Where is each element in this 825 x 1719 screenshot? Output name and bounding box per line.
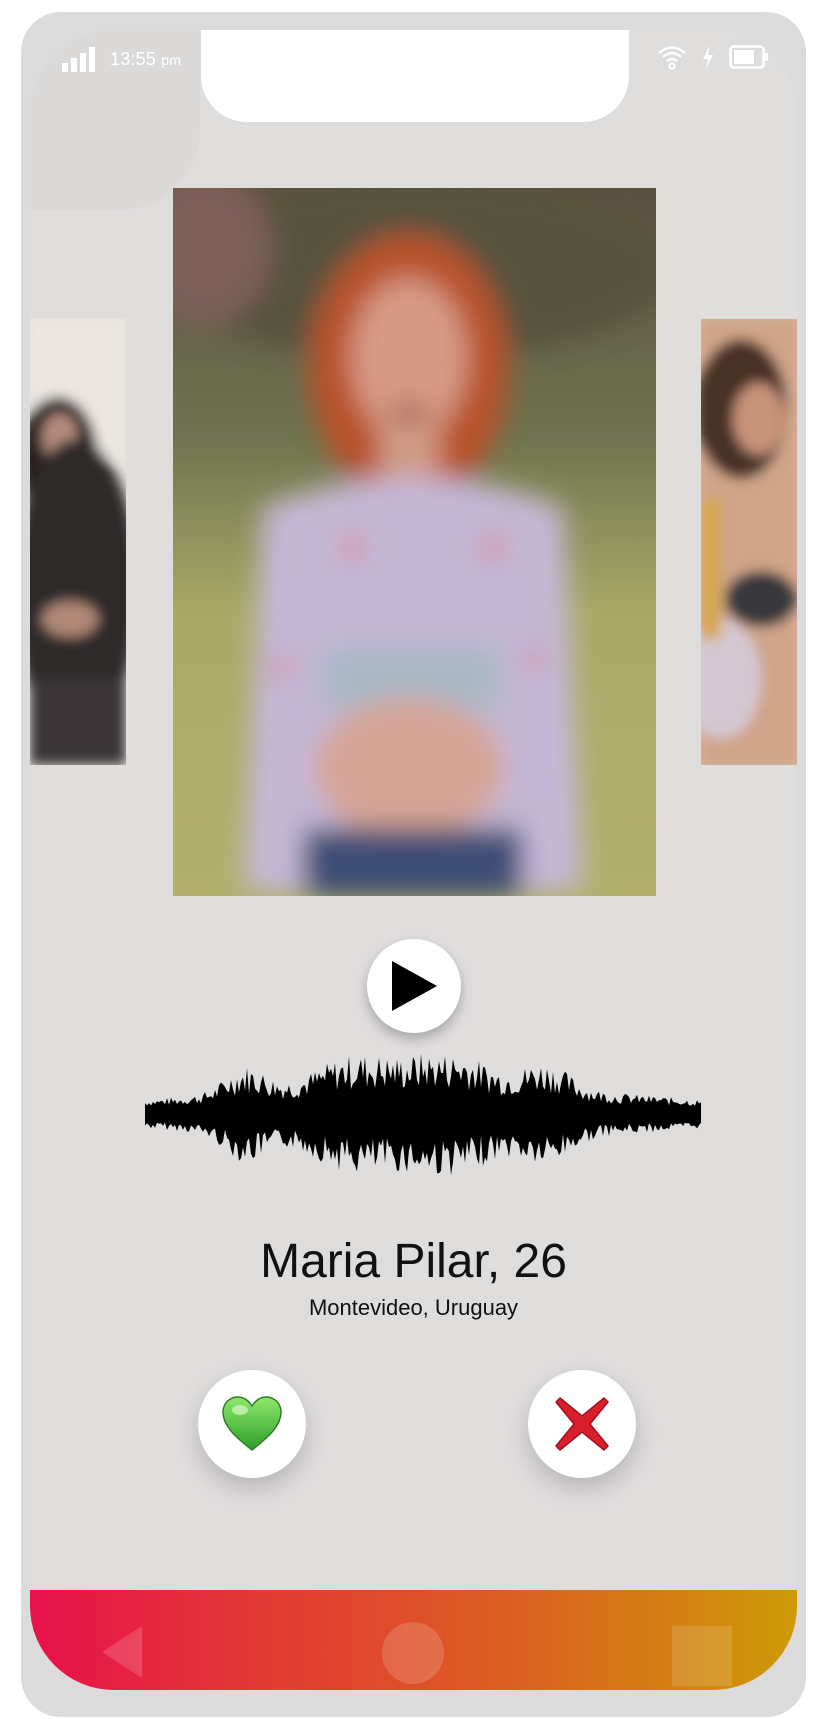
back-triangle-icon[interactable] bbox=[98, 1622, 148, 1682]
blurred-profile-photo bbox=[30, 319, 126, 765]
charging-icon bbox=[703, 45, 713, 69]
profile-photo-card[interactable] bbox=[173, 188, 656, 896]
wifi-icon bbox=[658, 46, 686, 70]
profile-card-previous[interactable] bbox=[30, 319, 126, 765]
battery-icon bbox=[729, 45, 768, 69]
blurred-profile-photo bbox=[173, 188, 656, 896]
profile-card-next[interactable] bbox=[701, 319, 797, 765]
status-bar-left: 13:55 pm bbox=[62, 46, 181, 72]
profile-name-age: Maria Pilar, 26 bbox=[260, 1235, 567, 1288]
play-voice-button[interactable] bbox=[367, 939, 461, 1033]
signal-icon bbox=[62, 47, 95, 72]
profile-location: Montevideo, Uruguay bbox=[308, 1295, 519, 1320]
play-icon bbox=[392, 961, 437, 1011]
status-time: 13:55 pm bbox=[110, 48, 182, 69]
phone-screen: 13:55 pm Maria Pilar, 26 Montevideo, Uru… bbox=[30, 30, 797, 1690]
recent-square-icon[interactable] bbox=[672, 1626, 732, 1686]
waveform-shape bbox=[145, 1053, 701, 1176]
voice-waveform[interactable] bbox=[145, 1048, 701, 1180]
like-button[interactable] bbox=[198, 1370, 306, 1478]
red-x-icon bbox=[555, 1397, 609, 1451]
navigation-bar bbox=[30, 1590, 797, 1690]
device-notch bbox=[201, 30, 629, 122]
home-circle-icon[interactable] bbox=[382, 1622, 444, 1684]
dislike-button[interactable] bbox=[528, 1370, 636, 1478]
status-bar-right bbox=[657, 44, 769, 70]
blurred-profile-photo bbox=[701, 319, 797, 765]
green-heart-icon bbox=[222, 1396, 282, 1451]
